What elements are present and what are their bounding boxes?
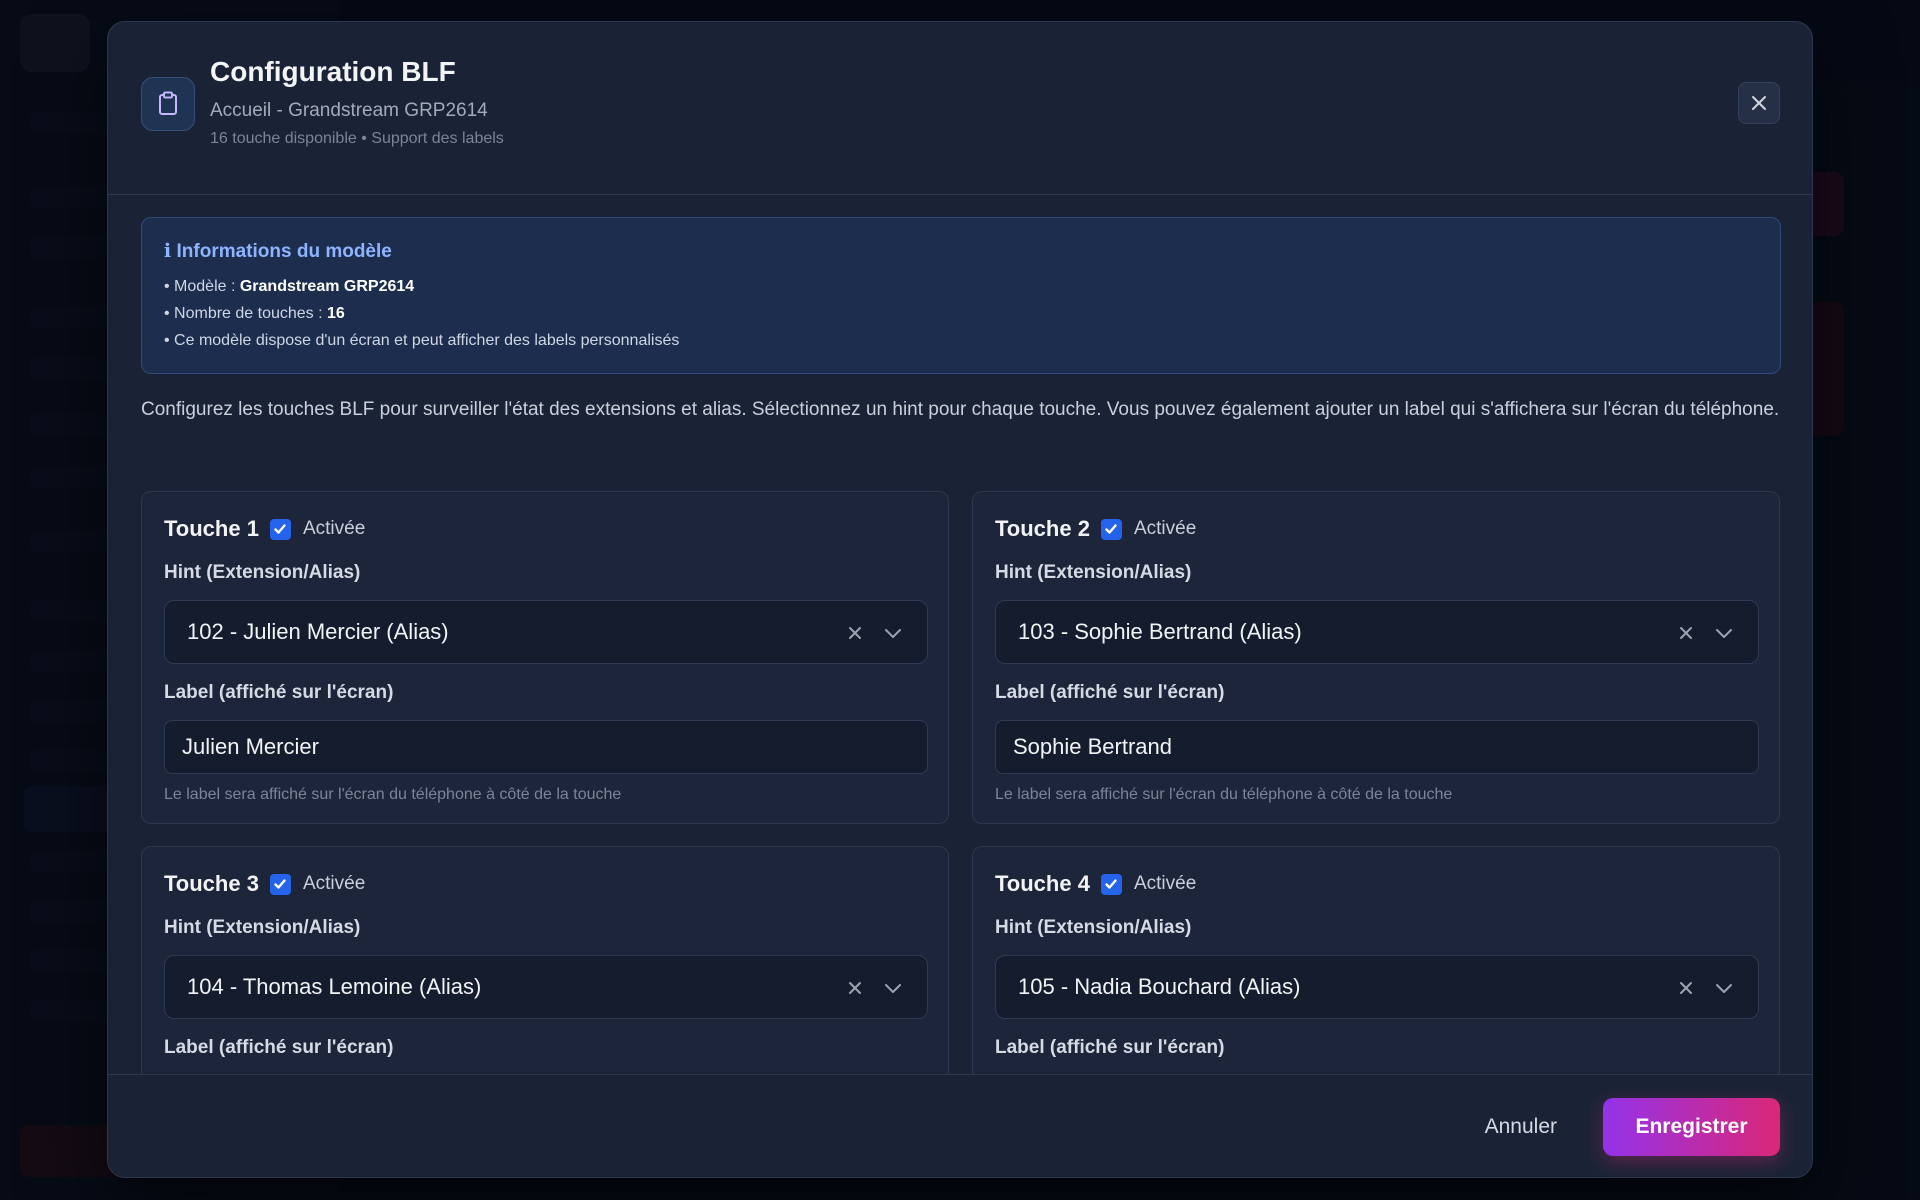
model-info-box: ℹ Informations du modèle • Modèle : Gran… [141,217,1781,374]
hint-field-label: Hint (Extension/Alias) [995,917,1192,938]
key-card-2: Touche 2 Activée Hint (Extension/Alias) … [972,491,1780,824]
hint-select-value: 103 - Sophie Bertrand (Alias) [1018,619,1302,644]
enabled-checkbox[interactable] [269,518,291,540]
info-model-prefix: • Modèle : [164,278,240,295]
label-help-text: Le label sera affiché sur l'écran du tél… [164,786,622,803]
hint-field-label: Hint (Extension/Alias) [164,562,361,583]
enabled-label: Activée [302,873,366,894]
key-card-3: Touche 3 Activée Hint (Extension/Alias) … [141,846,949,1074]
key-header: Touche 4 Activée [995,871,1196,897]
label-field-label: Label (affiché sur l'écran) [164,1037,394,1058]
hint-select[interactable]: 104 - Thomas Lemoine (Alias) [164,955,928,1019]
chevron-down-icon[interactable] [883,623,903,643]
enabled-checkbox[interactable] [1100,518,1122,540]
save-button[interactable]: Enregistrer [1603,1098,1780,1156]
info-keys-value: 16 [327,305,345,322]
intro-text: Configurez les touches BLF pour surveill… [141,399,1780,420]
key-name: Touche 1 [164,516,259,541]
label-field-label: Label (affiché sur l'écran) [995,682,1225,703]
info-model: • Modèle : Grandstream GRP2614 [164,273,1758,300]
clipboard-icon [141,77,195,131]
enabled-checkbox[interactable] [1100,873,1122,895]
hint-select[interactable]: 105 - Nadia Bouchard (Alias) [995,955,1759,1019]
blf-config-modal: Configuration BLF Accueil - Grandstream … [107,21,1813,1178]
chevron-down-icon[interactable] [883,978,903,998]
key-card-1: Touche 1 Activée Hint (Extension/Alias) … [141,491,949,824]
enabled-label: Activée [1133,518,1197,539]
chevron-down-icon[interactable] [1714,978,1734,998]
hint-select-value: 104 - Thomas Lemoine (Alias) [187,974,482,999]
enabled-label: Activée [1133,873,1197,894]
enabled-label: Activée [302,518,366,539]
hint-select[interactable]: 102 - Julien Mercier (Alias) [164,600,928,664]
hint-field-label: Hint (Extension/Alias) [995,562,1192,583]
label-field-label: Label (affiché sur l'écran) [995,1037,1225,1058]
close-icon [1752,96,1766,110]
check-icon [274,879,287,889]
clear-icon[interactable] [1676,623,1696,643]
info-screen-note: • Ce modèle dispose d'un écran et peut a… [164,332,680,349]
info-title: ℹ Informations du modèle [164,241,392,262]
modal-footer: Annuler Enregistrer [108,1074,1812,1177]
check-icon [1105,524,1118,534]
hint-select-value: 105 - Nadia Bouchard (Alias) [1018,974,1301,999]
key-name: Touche 4 [995,871,1090,896]
cancel-button[interactable]: Annuler [1463,1098,1579,1156]
enabled-checkbox[interactable] [269,873,291,895]
close-button[interactable] [1738,82,1780,124]
key-name: Touche 3 [164,871,259,896]
info-keys-prefix: • Nombre de touches : [164,305,328,322]
label-input[interactable] [164,720,928,774]
check-icon [274,524,287,534]
modal-header: Configuration BLF Accueil - Grandstream … [108,22,1812,195]
clear-icon[interactable] [1676,978,1696,998]
key-header: Touche 2 Activée [995,516,1196,542]
key-name: Touche 2 [995,516,1090,541]
modal-body[interactable]: ℹ Informations du modèle • Modèle : Gran… [108,196,1812,1074]
label-input[interactable] [995,720,1759,774]
info-model-value: Grandstream GRP2614 [239,278,415,295]
clear-icon[interactable] [845,978,865,998]
hint-field-label: Hint (Extension/Alias) [164,917,361,938]
clear-icon[interactable] [845,623,865,643]
modal-title: Configuration BLF [210,56,456,87]
hint-select-value: 102 - Julien Mercier (Alias) [187,619,449,644]
modal-meta: 16 touche disponible • Support des label… [210,130,504,147]
label-field-label: Label (affiché sur l'écran) [164,682,394,703]
hint-select[interactable]: 103 - Sophie Bertrand (Alias) [995,600,1759,664]
chevron-down-icon[interactable] [1714,623,1734,643]
label-help-text: Le label sera affiché sur l'écran du tél… [995,786,1453,803]
key-card-4: Touche 4 Activée Hint (Extension/Alias) … [972,846,1780,1074]
check-icon [1105,879,1118,889]
info-keys: • Nombre de touches : 16 [164,300,1758,327]
modal-subtitle: Accueil - Grandstream GRP2614 [210,100,488,121]
key-header: Touche 3 Activée [164,871,365,897]
key-header: Touche 1 Activée [164,516,365,542]
